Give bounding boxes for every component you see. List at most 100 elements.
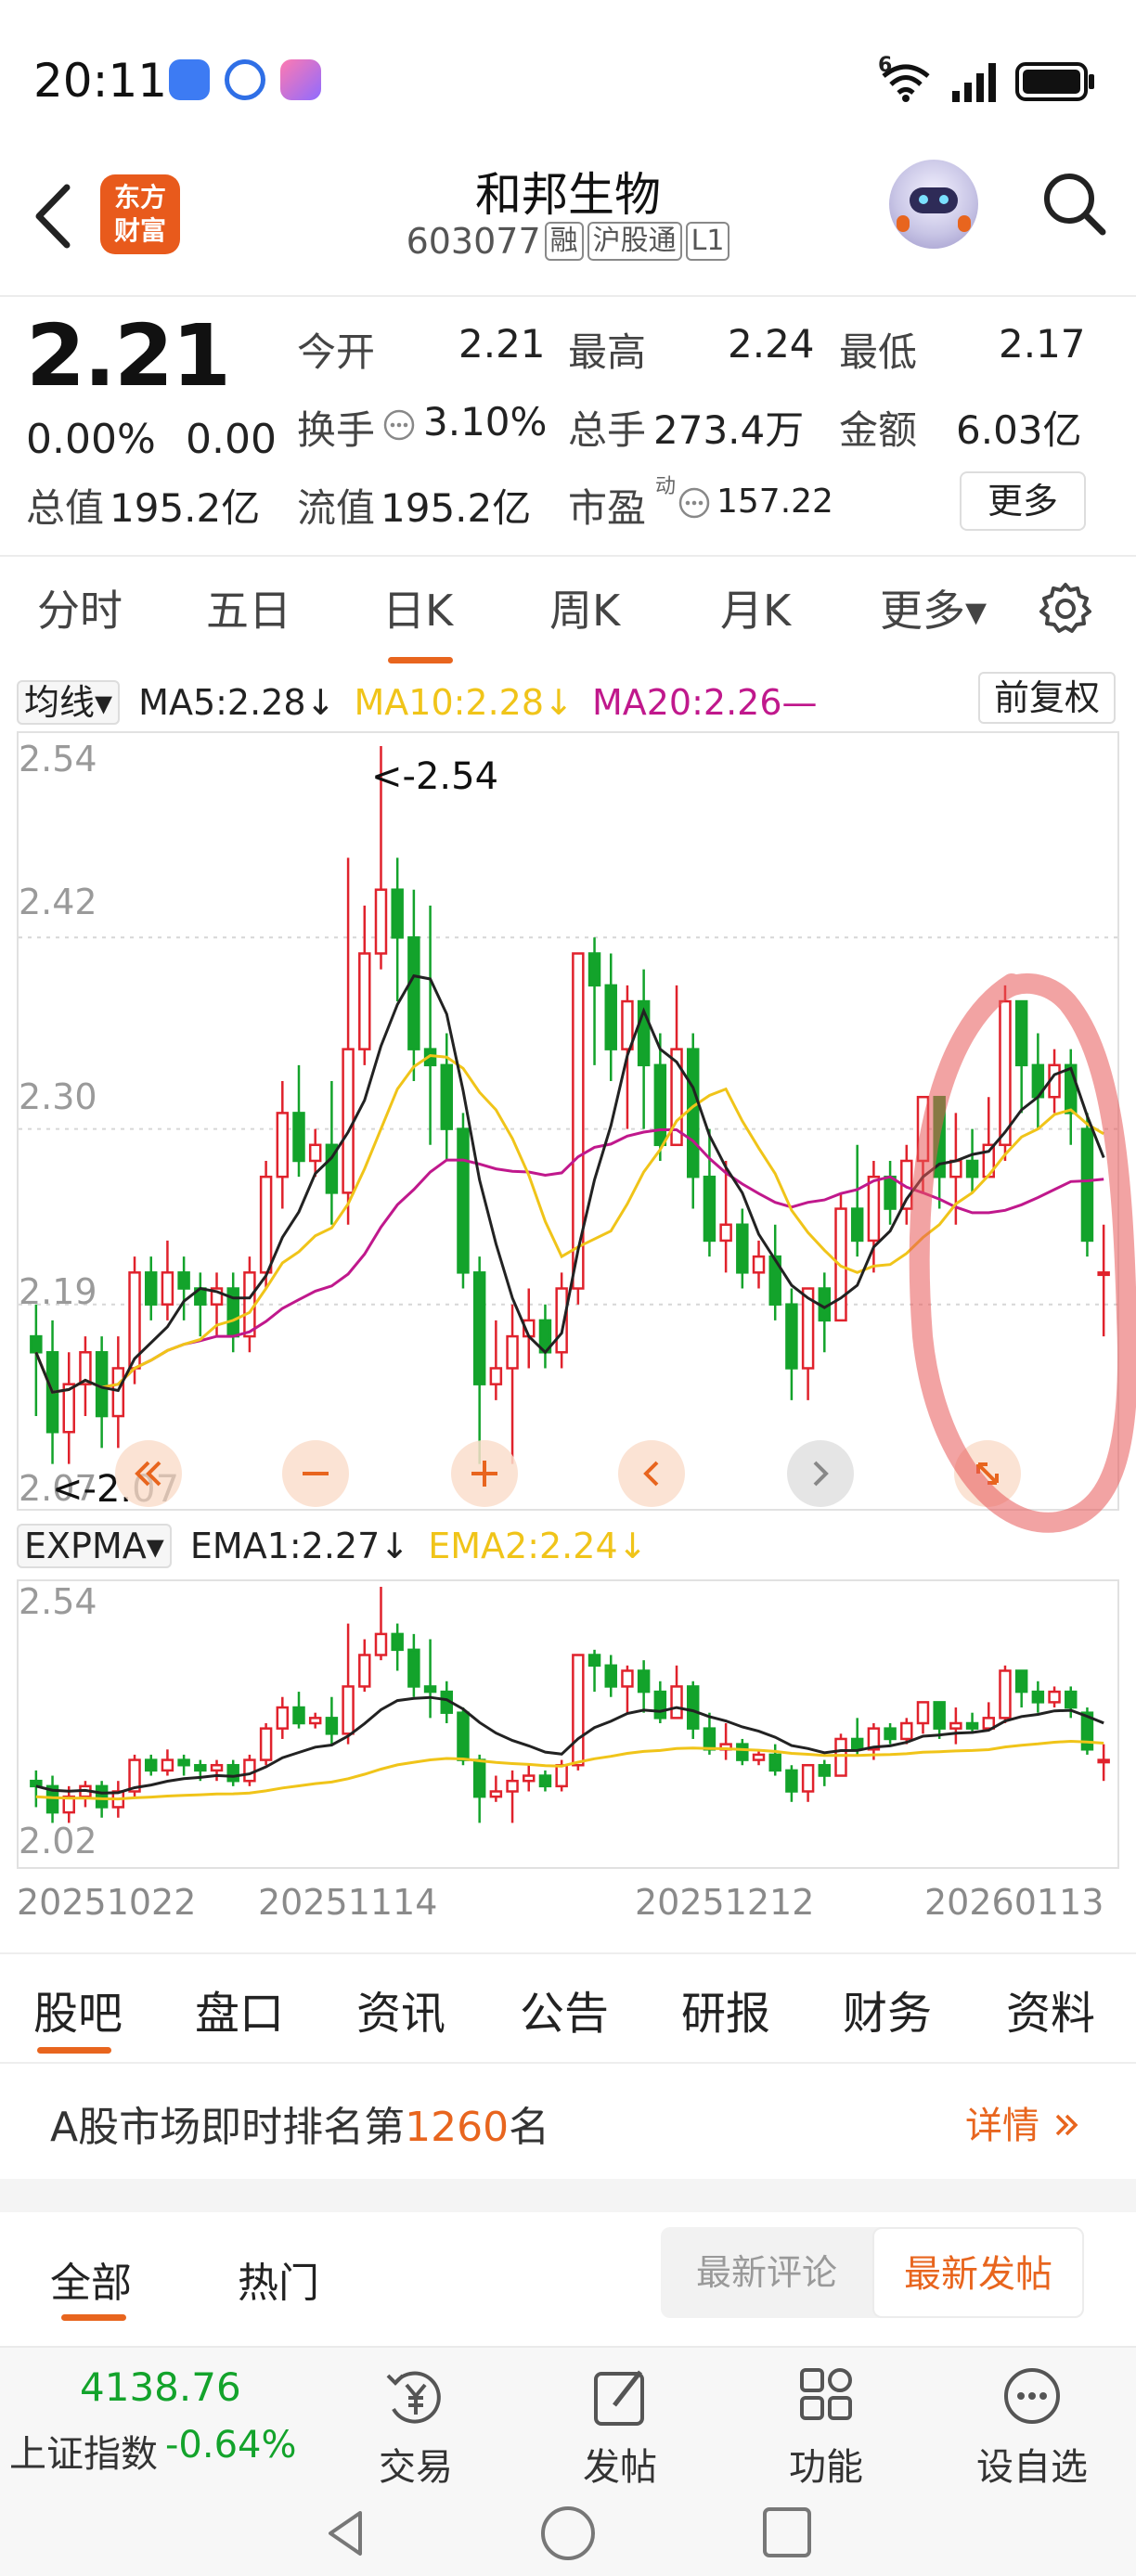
edit-icon: [594, 2370, 644, 2426]
candle-body: [1031, 1690, 1045, 1704]
candle-body: [999, 1669, 1012, 1719]
scroll-left-button[interactable]: [618, 1440, 685, 1507]
more-quote-button[interactable]: 更多: [960, 471, 1086, 531]
candle-body: [703, 1175, 716, 1243]
ema2-value: EMA2:2.24↓: [428, 1526, 648, 1566]
ma20-value: MA20:2.26—: [591, 682, 818, 723]
tab-stock-forum[interactable]: 股吧: [33, 1977, 123, 2041]
double-chevron-left-icon: [135, 1461, 161, 1487]
tab-profile[interactable]: 资料: [1006, 1977, 1095, 2041]
ma-selector[interactable]: 均线▾: [17, 680, 121, 725]
info-dots-icon[interactable]: [382, 408, 416, 442]
candle-body: [489, 1790, 503, 1798]
details-label: 详情: [965, 2105, 1039, 2147]
candle-body: [933, 1701, 946, 1730]
high-value: 2.24: [728, 321, 815, 367]
low-label: 最低: [839, 329, 918, 375]
volume-label: 总手: [568, 407, 647, 453]
pe-superscript: 动: [655, 475, 677, 498]
candle-body: [111, 1367, 125, 1418]
tab-order-book[interactable]: 盘口: [195, 1977, 284, 2041]
expma-selector[interactable]: EXPMA▾: [17, 1524, 172, 1568]
scroll-right-button[interactable]: [787, 1440, 854, 1507]
divider: [0, 1952, 1136, 1954]
tab-announcements[interactable]: 公告: [520, 1977, 609, 2041]
ma-indicator-row: 均线▾ MA5:2.28↓ MA10:2.28↓ MA20:2.26—: [17, 674, 818, 725]
settings-gear-icon[interactable]: [1038, 581, 1093, 637]
candle-body: [818, 1763, 832, 1777]
candle-body: [785, 1303, 798, 1370]
amount-label: 金额: [839, 407, 918, 453]
candle-body: [884, 1727, 897, 1741]
system-recents-icon[interactable]: [759, 2505, 815, 2561]
date-label: 20251114: [258, 1882, 438, 1923]
turnover-value: 3.10%: [423, 399, 548, 444]
candle-body: [457, 1711, 470, 1761]
system-home-icon[interactable]: [538, 2505, 598, 2565]
nav-post[interactable]: 发帖: [555, 2364, 685, 2491]
network-type-label: 6: [878, 54, 893, 77]
filter-all[interactable]: 全部: [50, 2249, 132, 2309]
open-value: 2.21: [458, 321, 546, 367]
tab-monthly-k[interactable]: 月K: [720, 577, 791, 638]
zoom-in-button[interactable]: [451, 1440, 518, 1507]
tab-research[interactable]: 研报: [681, 1977, 770, 2041]
system-back-icon[interactable]: [319, 2505, 375, 2561]
tab-daily-k[interactable]: 日K: [382, 577, 453, 638]
tab-weekly-k[interactable]: 周K: [549, 577, 620, 638]
candle-body: [161, 1271, 174, 1306]
expma-chart[interactable]: [17, 1579, 1119, 1869]
y-axis-label: 2.02: [19, 1821, 97, 1861]
assistant-robot-icon[interactable]: [889, 160, 978, 249]
pe-info-icon[interactable]: [678, 486, 711, 520]
candle-body: [391, 1632, 404, 1652]
tab-news[interactable]: 资讯: [356, 1977, 445, 2041]
candle-body: [768, 1753, 781, 1772]
candle-body: [358, 1654, 371, 1688]
active-filter-indicator: [61, 2314, 126, 2321]
sort-latest-post[interactable]: 最新发帖: [872, 2227, 1084, 2318]
candle-body: [1065, 1690, 1078, 1709]
y-axis-label: 2.54: [19, 739, 97, 779]
candle-body: [538, 1774, 552, 1788]
tab-more[interactable]: 更多▾: [880, 577, 987, 638]
candle-body: [653, 1063, 667, 1147]
candle-body: [472, 1271, 486, 1385]
tab-intraday[interactable]: 分时: [37, 577, 123, 638]
candle-body: [457, 1127, 470, 1274]
candle-body: [900, 1721, 913, 1741]
minus-icon: [303, 1472, 329, 1475]
status-bar: 20:11 6: [0, 0, 1136, 158]
candle-body: [144, 1758, 158, 1772]
rank-prefix: A股市场即时排名第: [50, 2104, 406, 2151]
grid-icon: [800, 2368, 852, 2420]
nav-add-watchlist[interactable]: 设自选: [967, 2364, 1097, 2491]
filter-hot[interactable]: 热门: [238, 2249, 319, 2309]
y-axis-label: 2.19: [19, 1271, 97, 1312]
hand-drawn-circle-annotation: [909, 972, 1136, 1533]
candle-body: [637, 1669, 651, 1694]
turnover-label: 换手: [297, 407, 376, 453]
index-value[interactable]: 4138.76: [80, 2364, 241, 2410]
search-button[interactable]: [1038, 167, 1112, 241]
nav-trade[interactable]: 交易: [351, 2364, 481, 2491]
jump-start-button[interactable]: [115, 1440, 182, 1507]
candle-body: [342, 1048, 355, 1194]
amount-value: 6.03亿: [956, 407, 1082, 453]
rank-details-link[interactable]: 详情: [965, 2095, 1081, 2149]
candle-body: [440, 1063, 454, 1130]
zoom-out-button[interactable]: [282, 1440, 349, 1507]
candle-body: [867, 1175, 881, 1243]
sort-latest-comment[interactable]: 最新评论: [661, 2227, 872, 2318]
float-cap-value: 195.2亿: [381, 485, 532, 531]
index-change[interactable]: -0.64%: [165, 2424, 297, 2467]
change-amount: 0.00: [186, 416, 277, 463]
candle-body: [292, 1706, 305, 1725]
tab-five-day[interactable]: 五日: [206, 577, 291, 638]
tab-finance[interactable]: 财务: [843, 1977, 932, 2041]
index-name[interactable]: 上证指数: [9, 2424, 158, 2478]
ema1-value: EMA1:2.27↓: [189, 1526, 410, 1566]
candle-body: [358, 952, 371, 1050]
nav-functions[interactable]: 功能: [761, 2364, 891, 2491]
adjust-price-button[interactable]: 前复权: [978, 672, 1116, 724]
